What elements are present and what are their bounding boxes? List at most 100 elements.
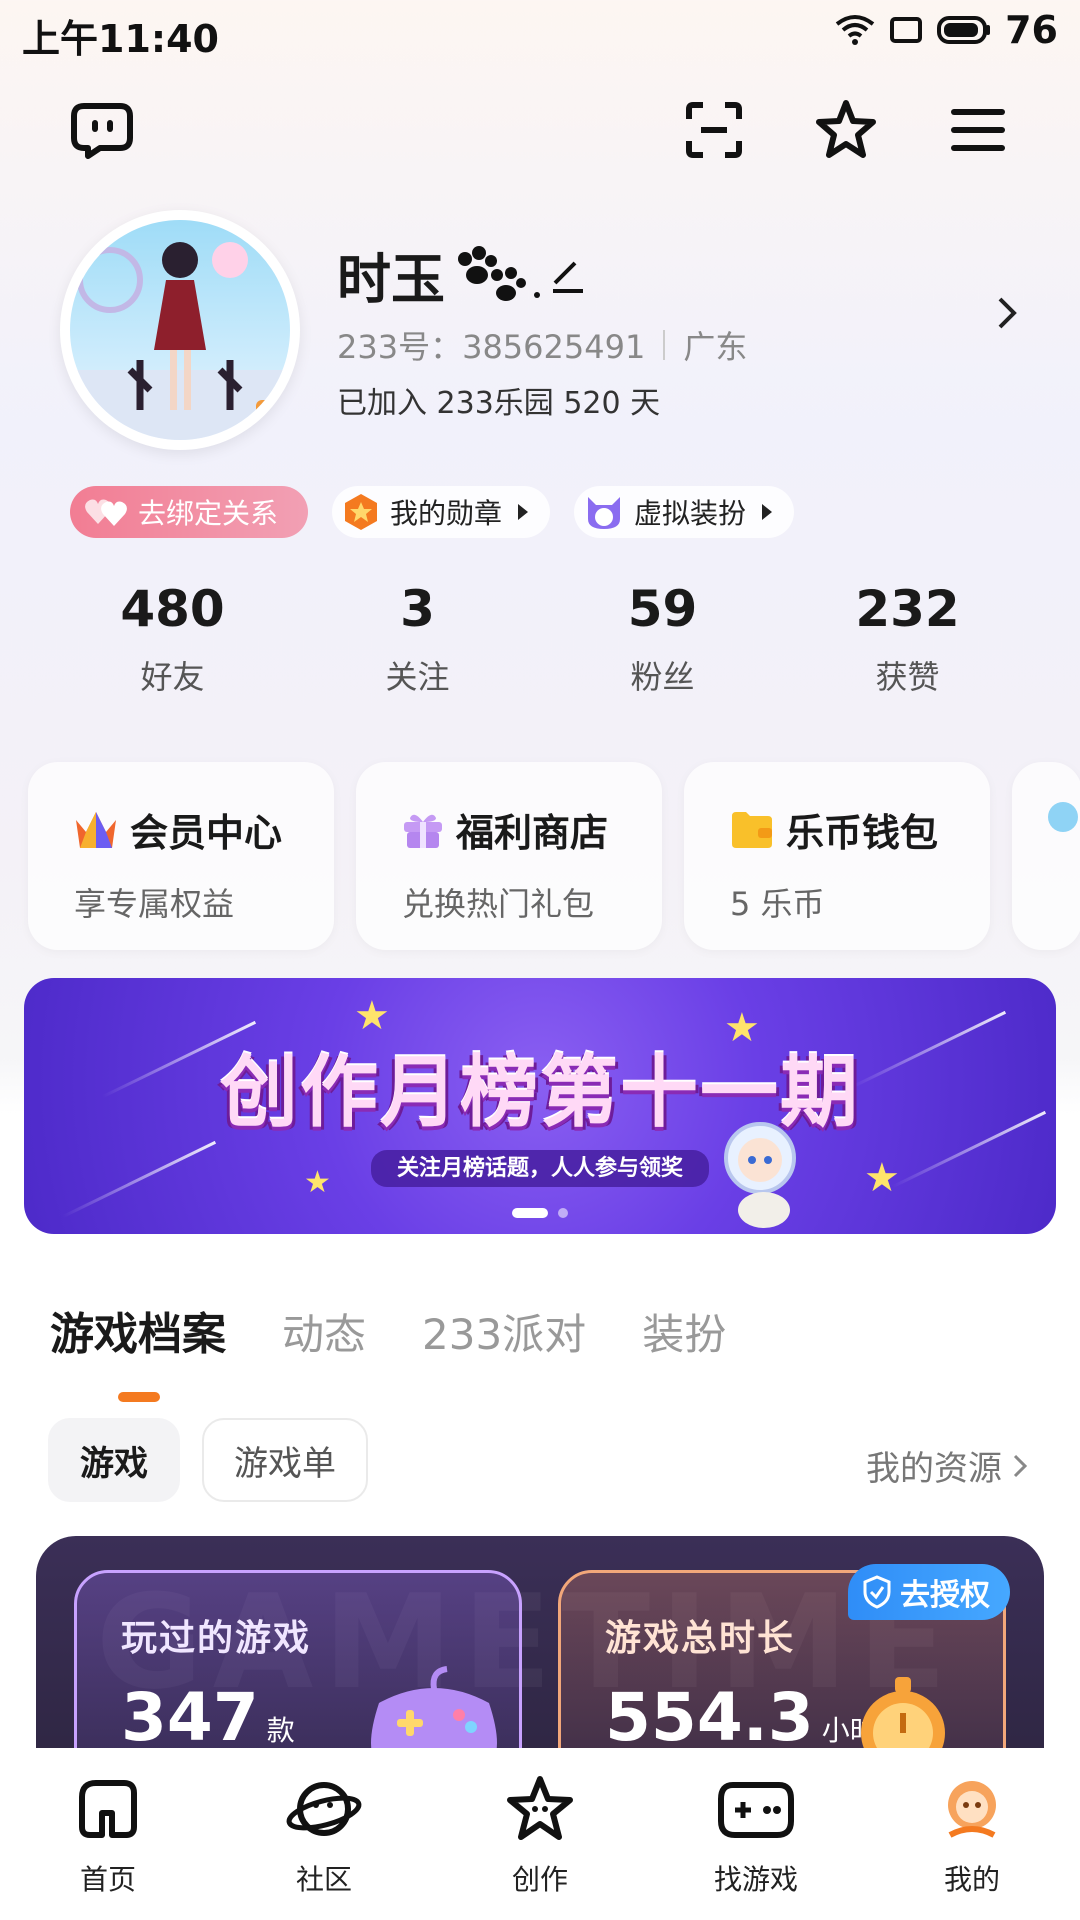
message-icon[interactable] [67, 95, 137, 165]
triangle-right-icon [518, 504, 529, 520]
gamepad-icon [717, 1770, 795, 1848]
played-games-label: 玩过的游戏 [121, 1618, 312, 1659]
hearts-icon [85, 499, 127, 526]
nav-create[interactable]: 创作 [432, 1748, 648, 1920]
stat-label: 好友 [140, 658, 205, 696]
star-icon[interactable] [811, 95, 881, 165]
stat-label: 粉丝 [630, 658, 695, 696]
nav-home[interactable]: 首页 [0, 1748, 216, 1920]
tab-game-profile[interactable]: 游戏档案 [50, 1298, 226, 1402]
subtab-game-lists[interactable]: 游戏单 [202, 1418, 368, 1502]
profile-id-row: 233号：385625491 广东 [337, 322, 747, 368]
profile-name-row[interactable]: 时玉 [337, 235, 587, 314]
my-resources-link[interactable]: 我的资源 [866, 1441, 1028, 1490]
top-bar [0, 95, 1080, 165]
profile-name: 时玉 [337, 248, 445, 311]
coin-wallet-card[interactable]: 乐币钱包 5 乐币 [684, 762, 990, 950]
sub-tabs: 游戏 游戏单 [48, 1418, 368, 1502]
resources-label: 我的资源 [866, 1449, 1002, 1489]
tab-party[interactable]: 233派对 [422, 1301, 586, 1362]
stat-likes[interactable]: 232 获赞 [785, 580, 1030, 698]
create-star-icon [501, 1770, 579, 1848]
vip-center-card[interactable]: 会员中心 享专属权益 [28, 762, 334, 950]
triangle-right-icon [762, 504, 773, 520]
scan-icon[interactable] [679, 95, 749, 165]
battery-icon [937, 16, 991, 44]
nav-label: 我的 [943, 1863, 1000, 1896]
crown-icon [76, 811, 116, 848]
carousel-dots [24, 1208, 1056, 1218]
partial-card-icon [1048, 802, 1078, 832]
home-icon [69, 1770, 147, 1848]
avatar-dressup-chip[interactable]: 虚拟装扮 [574, 486, 795, 538]
medal-chip[interactable]: 我的勋章 [332, 486, 551, 538]
authorize-badge[interactable]: 去授权 [848, 1564, 1010, 1620]
card-subtitle: 享专属权益 [74, 885, 235, 923]
bind-relation-chip[interactable]: 去绑定关系 [70, 486, 309, 538]
service-cards: 会员中心 享专属权益 福利商店 兑换热门礼包 乐币钱包 5 乐币 [28, 762, 1080, 950]
chevron-right-icon [1013, 1454, 1028, 1477]
status-time: 上午11:40 [22, 17, 219, 61]
profile-joined: 已加入 233乐园 520 天 [337, 386, 661, 421]
stats-row: 480 好友 3 关注 59 粉丝 232 获赞 [50, 580, 1030, 698]
nav-community[interactable]: 社区 [216, 1748, 432, 1920]
profile-chips: 去绑定关系 我的勋章 虚拟装扮 [70, 486, 795, 538]
stat-value: 59 [627, 580, 698, 638]
me-mascot-icon [933, 1770, 1011, 1848]
wallet-icon [732, 811, 772, 848]
edit-icon[interactable] [547, 255, 587, 295]
bottom-nav: 首页 社区 创作 找游戏 我的 [0, 1748, 1080, 1920]
shield-check-icon [863, 1575, 891, 1609]
chevron-right-icon[interactable] [996, 295, 1020, 335]
status-icons: 76 [835, 8, 1058, 52]
nav-label: 创作 [511, 1863, 568, 1896]
carousel-dot-active [512, 1208, 548, 1218]
card-subtitle: 兑换热门礼包 [402, 885, 595, 923]
stat-friends[interactable]: 480 好友 [50, 580, 295, 698]
promo-banner[interactable]: ★ ★ ★ ★ 创作月榜第十一期 关注月榜话题，人人参与领奖 [24, 978, 1056, 1234]
stat-following[interactable]: 3 关注 [295, 580, 540, 698]
subtab-games[interactable]: 游戏 [48, 1418, 180, 1502]
nav-label: 社区 [295, 1863, 352, 1896]
battery-level: 76 [1005, 8, 1058, 52]
nav-find-games[interactable]: 找游戏 [648, 1748, 864, 1920]
nav-label: 找游戏 [713, 1863, 798, 1896]
tab-moments[interactable]: 动态 [282, 1301, 366, 1362]
stat-value: 232 [855, 580, 960, 638]
partial-card[interactable] [1012, 762, 1080, 950]
content-tabs: 游戏档案 动态 233派对 装扮 [50, 1298, 726, 1402]
profile-id: 233号：385625491 [337, 328, 646, 366]
banner-subtitle: 关注月榜话题，人人参与领奖 [24, 1150, 1056, 1187]
status-bar: 上午11:40 76 [0, 0, 1080, 61]
profile-location: 广东 [683, 328, 748, 366]
played-games-unit: 款 [266, 1714, 295, 1747]
authorize-label: 去授权 [900, 1578, 990, 1613]
playtime-value: 554.3 [605, 1679, 814, 1756]
chip-label: 我的勋章 [390, 497, 503, 530]
cat-face-icon [588, 497, 621, 529]
wifi-icon [835, 15, 875, 45]
banner-subtitle-text: 关注月榜话题，人人参与领奖 [370, 1150, 709, 1187]
carousel-dot [558, 1208, 568, 1218]
stat-value: 3 [400, 580, 435, 638]
avatar[interactable] [60, 210, 300, 450]
divider [663, 330, 666, 360]
tab-dressup[interactable]: 装扮 [642, 1301, 726, 1362]
banner-title: 创作月榜第十一期 [219, 1048, 860, 1138]
welfare-store-card[interactable]: 福利商店 兑换热门礼包 [356, 762, 662, 950]
paw-icon [458, 245, 540, 301]
stat-label: 关注 [385, 658, 450, 696]
planet-icon [285, 1770, 363, 1848]
card-subtitle: 5 乐币 [730, 885, 825, 923]
card-title: 福利商店 [456, 811, 609, 855]
nav-label: 首页 [79, 1863, 136, 1896]
stat-fans[interactable]: 59 粉丝 [540, 580, 785, 698]
sim-icon [890, 17, 923, 43]
chip-label: 去绑定关系 [138, 497, 279, 530]
menu-icon[interactable] [943, 95, 1013, 165]
card-title: 会员中心 [130, 811, 283, 855]
card-title: 乐币钱包 [786, 811, 939, 855]
medal-icon [345, 494, 378, 530]
nav-me[interactable]: 我的 [864, 1748, 1080, 1920]
gift-icon [404, 814, 442, 848]
